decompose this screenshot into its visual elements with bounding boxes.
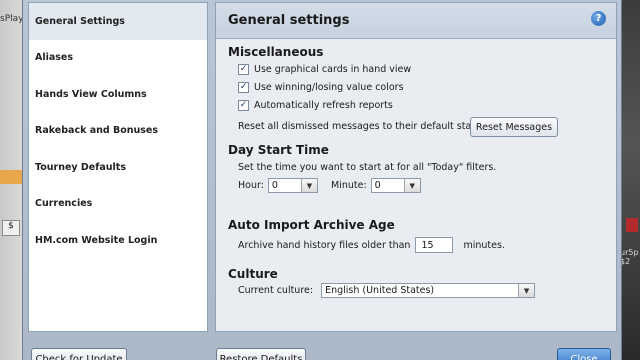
background-app-right: ur5p $2 [620,0,640,360]
checkbox[interactable]: ✓ [238,82,249,93]
checkbox-label: Use graphical cards in hand view [254,64,412,75]
background-box: $ [2,220,20,236]
general-settings-panel: General settings ? Miscellaneous ✓ Use g… [215,2,617,332]
panel-title: General settings [216,3,616,39]
graphical-cards-checkbox-row[interactable]: ✓ Use graphical cards in hand view [238,64,411,75]
sidebar-item-label: Hands View Columns [35,88,147,100]
background-text: sPlay [0,14,24,24]
sidebar-item-tourney-defaults[interactable]: Tourney Defaults [29,149,207,186]
hour-dropdown[interactable]: 0 ▼ [267,178,318,193]
help-icon[interactable]: ? [591,11,606,26]
sidebar-item-hm-website-login[interactable]: HM.com Website Login [29,222,207,259]
sidebar-item-general-settings[interactable]: General Settings [29,3,207,40]
reset-messages-text: Reset all dismissed messages to their de… [238,121,485,132]
background-card [626,218,638,232]
restore-defaults-button[interactable]: Restore Defaults [216,348,306,360]
checkbox-label: Automatically refresh reports [254,100,393,111]
minute-row: Minute: 0 ▼ [331,178,421,193]
archive-age-input[interactable]: 15 [415,237,454,253]
chevron-down-icon[interactable]: ▼ [403,179,420,192]
checkbox[interactable]: ✓ [238,100,249,111]
hour-row: Hour: 0 ▼ [238,178,318,193]
culture-dropdown[interactable]: English (United States) ▼ [321,283,536,298]
sidebar-item-aliases[interactable]: Aliases [29,40,207,77]
sidebar-item-label: Currencies [35,198,93,210]
culture-row: Current culture: English (United States)… [238,283,536,298]
sidebar-item-label: HM.com Website Login [35,234,158,246]
background-app-left: sPlay $ [0,0,24,360]
sidebar-item-currencies[interactable]: Currencies [29,186,207,223]
culture-section-title: Culture [228,267,278,281]
hour-value: 0 [271,180,278,191]
sidebar-item-label: Aliases [35,52,74,64]
checkbox[interactable]: ✓ [238,64,249,75]
settings-sidebar: General Settings Aliases Hands View Colu… [28,2,208,332]
close-button[interactable]: Close [557,348,611,360]
value-colors-checkbox-row[interactable]: ✓ Use winning/losing value colors [238,82,404,93]
minute-dropdown[interactable]: 0 ▼ [370,178,421,193]
culture-label: Current culture: [238,285,314,296]
chevron-down-icon[interactable]: ▼ [518,284,535,297]
chevron-down-icon[interactable]: ▼ [300,179,317,192]
minute-label: Minute: [331,180,367,191]
sidebar-item-label: General Settings [35,15,125,27]
sidebar-item-label: Tourney Defaults [35,161,126,173]
day-start-section-title: Day Start Time [228,143,329,157]
checkbox-label: Use winning/losing value colors [254,82,404,93]
refresh-reports-checkbox-row[interactable]: ✓ Automatically refresh reports [238,100,393,111]
sidebar-item-rakeback-and-bonuses[interactable]: Rakeback and Bonuses [29,113,207,150]
background-text-right: ur5p $2 [620,248,639,266]
archive-age-suffix: minutes. [463,239,505,251]
auto-import-section-title: Auto Import Archive Age [228,218,395,232]
minute-value: 0 [374,180,381,191]
sidebar-item-label: Rakeback and Bonuses [35,125,159,137]
misc-section-title: Miscellaneous [228,45,324,59]
reset-messages-button[interactable]: Reset Messages [470,117,558,137]
archive-age-prefix: Archive hand history files older than [238,239,411,251]
culture-value: English (United States) [325,285,435,296]
archive-age-row: Archive hand history files older than 15… [238,237,505,253]
check-for-update-button[interactable]: Check for Update [31,348,127,360]
hour-label: Hour: [238,180,264,191]
settings-dialog: General Settings Aliases Hands View Colu… [22,0,622,360]
day-start-description: Set the time you want to start at for al… [238,162,497,173]
sidebar-item-hands-view-columns[interactable]: Hands View Columns [29,76,207,113]
background-highlight [0,170,24,184]
